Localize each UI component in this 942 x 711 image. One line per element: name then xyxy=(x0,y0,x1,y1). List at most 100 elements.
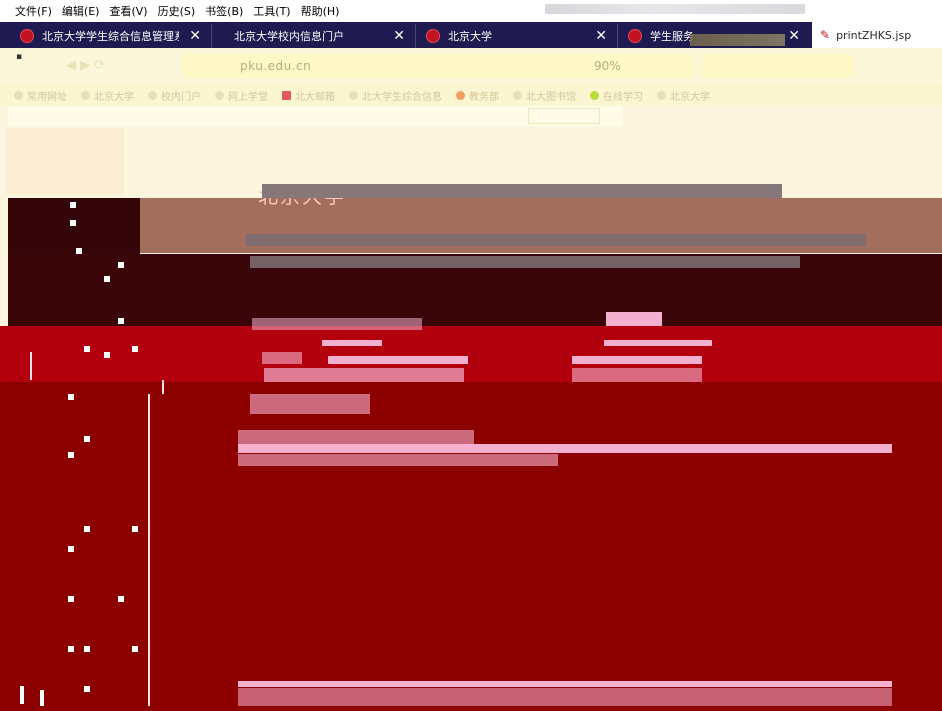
bookmark-label: 北京大学 xyxy=(670,91,710,103)
field-remnant xyxy=(328,356,468,364)
menu-edit[interactable]: 编辑(E) xyxy=(62,3,100,19)
tab-pku[interactable]: 北京大学 ✕ xyxy=(418,24,618,48)
bookmark-label: 在线学习 xyxy=(603,91,643,103)
page-icon xyxy=(349,90,358,100)
menu-bookmarks[interactable]: 书签(B) xyxy=(205,3,243,19)
marker-dot xyxy=(68,546,74,552)
title-remnant xyxy=(250,256,800,268)
bookmark-item[interactable]: 北京大学 xyxy=(657,88,710,103)
marker-dot xyxy=(118,262,124,268)
field-remnant xyxy=(606,312,662,326)
page-icon xyxy=(657,90,666,100)
menu-view[interactable]: 查看(V) xyxy=(109,3,147,19)
tab-title: 北京大学学生综合信息管理系统 xyxy=(42,30,179,43)
field-remnant xyxy=(572,368,702,382)
marker-dot xyxy=(40,690,44,706)
search-box[interactable] xyxy=(702,54,854,78)
field-remnant xyxy=(262,352,302,364)
circle-icon xyxy=(590,90,599,100)
page-content: 北京大学 xyxy=(0,106,942,711)
marker-dot xyxy=(104,352,110,358)
page-icon xyxy=(14,90,23,100)
menu-tools[interactable]: 工具(T) xyxy=(253,3,290,19)
field-remnant xyxy=(252,318,422,330)
field-remnant xyxy=(604,340,712,346)
page-icon xyxy=(81,90,90,100)
marker-dot xyxy=(68,646,74,652)
table-header-remnant xyxy=(238,454,558,466)
marker-dot xyxy=(70,202,76,208)
globe-icon xyxy=(456,90,465,100)
bookmark-item[interactable]: 北京大学 xyxy=(81,88,134,103)
menu-bar: 文件(F) 编辑(E) 查看(V) 历史(S) 书签(B) 工具(T) 帮助(H… xyxy=(0,0,942,22)
bookmark-item[interactable]: 北大图书馆 xyxy=(513,88,576,103)
menu-help[interactable]: 帮助(H) xyxy=(301,3,340,19)
left-panel xyxy=(6,128,124,194)
bookmark-label: 校内门户 xyxy=(161,91,201,103)
tab-strip: 北京大学学生综合信息管理系统 ✕ 北京大学校内信息门户 ✕ 北京大学 ✕ 学生服… xyxy=(0,22,942,48)
marker-dot xyxy=(68,452,74,458)
zoom-level[interactable]: 90% xyxy=(594,59,621,73)
tab-close-icon[interactable]: ✕ xyxy=(383,28,415,44)
menu-history[interactable]: 历史(S) xyxy=(158,3,196,19)
marker-dot xyxy=(132,346,138,352)
marker-dot xyxy=(68,596,74,602)
bookmark-label: 北大邮箱 xyxy=(295,91,335,103)
window-title-blur xyxy=(545,4,805,14)
address-bar[interactable]: pku.edu.cn 90% xyxy=(182,54,694,78)
bookmark-item[interactable]: 北大学生综合信息 xyxy=(349,88,442,103)
bookmark-item[interactable]: 北大邮箱 xyxy=(282,88,335,103)
pku-favicon-icon xyxy=(20,29,34,43)
marker-dot xyxy=(84,526,90,532)
bookmark-label: 北京大学 xyxy=(94,91,134,103)
url-text: pku.edu.cn xyxy=(240,59,312,73)
page-icon xyxy=(148,90,157,100)
marker-dot xyxy=(118,318,124,324)
bookmark-label: 网上学堂 xyxy=(228,91,268,103)
bookmark-item[interactable]: 常用网址 xyxy=(14,88,67,103)
pku-favicon-icon xyxy=(628,29,642,43)
print-button[interactable] xyxy=(528,108,600,124)
bookmarks-bar: 常用网址 北京大学 校内门户 网上学堂 北大邮箱 北大学生综合信息 教务部 北大… xyxy=(0,84,942,106)
page-icon xyxy=(513,90,522,100)
table-header-rule xyxy=(238,444,892,453)
field-remnant xyxy=(264,368,464,382)
page-subbar xyxy=(8,106,622,126)
column-line xyxy=(162,380,164,394)
marker-dot xyxy=(76,248,82,254)
marker-dot xyxy=(84,436,90,442)
bookmark-item[interactable]: 教务部 xyxy=(456,88,499,103)
marker-dot xyxy=(132,646,138,652)
tab-title: 北京大学校内信息门户 xyxy=(234,30,344,43)
tab-title: printZHKS.jsp xyxy=(836,28,912,42)
marker-dot xyxy=(68,394,74,400)
menu-file[interactable]: 文件(F) xyxy=(15,3,52,19)
marker-dot xyxy=(20,686,24,704)
bookmark-item[interactable]: 校内门户 xyxy=(148,88,201,103)
field-remnant xyxy=(322,340,382,346)
tab-close-icon[interactable]: ✕ xyxy=(179,28,211,44)
mail-icon xyxy=(282,90,291,100)
nav-buttons[interactable]: ◀ ▶ ⟳ xyxy=(66,58,105,73)
bookmark-item[interactable]: 网上学堂 xyxy=(215,88,268,103)
page-loading-icon: ✎ xyxy=(820,28,831,42)
tab-close-icon[interactable]: ✕ xyxy=(585,28,617,44)
field-remnant xyxy=(250,394,370,414)
tab-title: 北京大学 xyxy=(448,30,492,43)
column-line xyxy=(30,352,32,380)
title-band-lower xyxy=(8,312,942,326)
tab-print-zhks[interactable]: ✎ printZHKS.jsp xyxy=(812,22,942,48)
tab-student-system[interactable]: 北京大学学生综合信息管理系统 ✕ xyxy=(12,24,212,48)
marker-dot xyxy=(132,526,138,532)
menu-toggle-icon[interactable]: ▪ xyxy=(16,52,22,62)
marker-dot xyxy=(84,686,90,692)
heading-remnant xyxy=(262,184,782,198)
marker-dot xyxy=(84,646,90,652)
marker-dot xyxy=(118,596,124,602)
tab-portal[interactable]: 北京大学校内信息门户 ✕ xyxy=(214,24,416,48)
bookmark-item[interactable]: 在线学习 xyxy=(590,88,643,103)
navigation-toolbar: ▪ ◀ ▶ ⟳ pku.edu.cn 90% xyxy=(0,48,942,84)
marker-dot xyxy=(70,220,76,226)
info-band xyxy=(0,326,942,382)
page-icon xyxy=(215,90,224,100)
